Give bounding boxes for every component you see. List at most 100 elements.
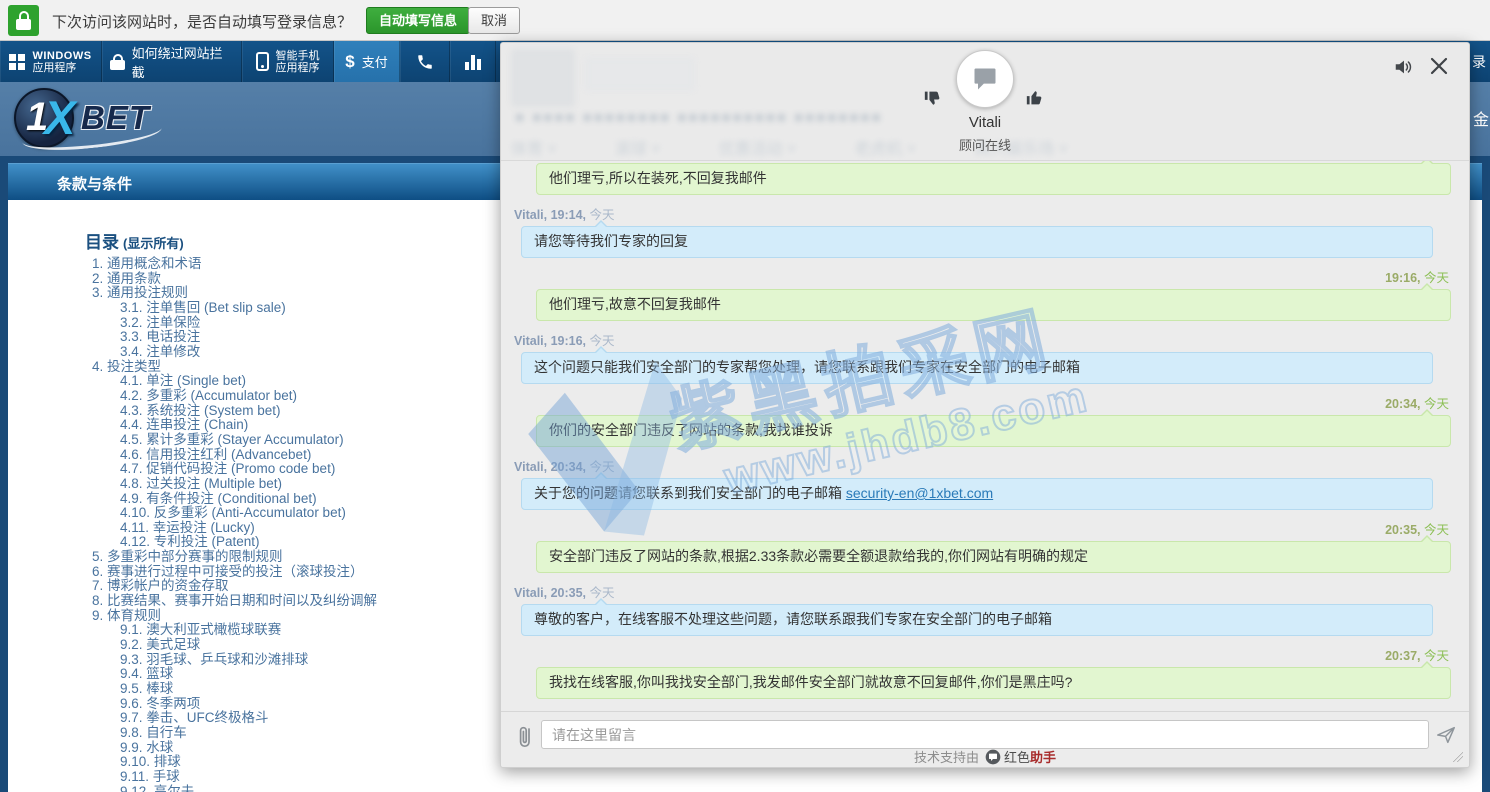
toc-link[interactable]: 9.7. 拳击、UFC终极格斗 bbox=[92, 711, 552, 726]
toc-link[interactable]: 4.4. 连串投注 (Chain) bbox=[92, 418, 552, 433]
redhelper-icon bbox=[985, 749, 1001, 768]
toc-link[interactable]: 1. 通用概念和术语 bbox=[92, 257, 552, 272]
toc-link[interactable]: 5. 多重彩中部分赛事的限制规则 bbox=[92, 550, 552, 565]
toc-title: 目录 bbox=[85, 233, 119, 252]
toc-link[interactable]: 4.3. 系统投注 (System bet) bbox=[92, 404, 552, 419]
toc-link[interactable]: 9.3. 羽毛球、乒乓球和沙滩排球 bbox=[92, 653, 552, 668]
security-email-link[interactable]: security-en@1xbet.com bbox=[846, 485, 993, 501]
toc-link[interactable]: 4.7. 促销代码投注 (Promo code bet) bbox=[92, 462, 552, 477]
support-brand-2[interactable]: 助手 bbox=[1030, 750, 1056, 765]
user-message-meta: 20:37, 今天 bbox=[514, 645, 1449, 660]
toc-link[interactable]: 8. 比赛结果、赛事开始日期和时间以及纠纷调解 bbox=[92, 594, 552, 609]
agent-name: Vitali bbox=[501, 114, 1469, 131]
toolbar-windows-apps[interactable]: WINDOWS 应用程序 bbox=[0, 41, 102, 82]
toolbar-windows-label1: WINDOWS bbox=[32, 50, 91, 62]
screen: 下次访问该网站时，是否自动填写登录信息？ 自动填写信息 取消 WINDOWS 应… bbox=[0, 0, 1490, 792]
partial-bonus-label: 金 bbox=[1473, 106, 1489, 130]
autofill-message: 下次访问该网站时，是否自动填写登录信息？ bbox=[52, 11, 352, 32]
toolbar-bypass-label: 如何绕过网站拦截 bbox=[132, 43, 233, 81]
toc-link[interactable]: 4.5. 累计多重彩 (Stayer Accumulator) bbox=[92, 433, 552, 448]
user-message-meta: 20:35, 今天 bbox=[514, 519, 1449, 534]
toc-link[interactable]: 4. 投注类型 bbox=[92, 360, 552, 375]
toc-link[interactable]: 3. 通用投注规则 bbox=[92, 286, 552, 301]
chat-message-input[interactable] bbox=[541, 720, 1429, 749]
toc-link[interactable]: 4.10. 反多重彩 (Anti-Accumulator bet) bbox=[92, 506, 552, 521]
user-message-bubble: 安全部门违反了网站的条款,根据2.33条款必需要全额退款给我的,你们网站有明确的… bbox=[536, 541, 1451, 573]
windows-icon bbox=[9, 54, 25, 70]
phone-icon bbox=[416, 53, 434, 71]
toolbar-windows-label2: 应用程序 bbox=[32, 62, 91, 74]
toc-link[interactable]: 9.4. 篮球 bbox=[92, 667, 552, 682]
lock-icon bbox=[8, 5, 39, 36]
user-message-bubble: 他们理亏,所以在装死,不回复我邮件 bbox=[536, 163, 1451, 195]
user-message-bubble: 我找在线客服,你叫我找安全部门,我发邮件安全部门就故意不回复邮件,你们是黑庄吗? bbox=[536, 667, 1451, 699]
toolbar-bypass-block[interactable]: 如何绕过网站拦截 bbox=[102, 41, 242, 82]
chat-footer: 技术支持由 红色助手 bbox=[501, 747, 1469, 768]
toc-link[interactable]: 4.2. 多重彩 (Accumulator bet) bbox=[92, 389, 552, 404]
toc-link[interactable]: 3.1. 注单售回 (Bet slip sale) bbox=[92, 301, 552, 316]
agent-message-bubble: 关于您的问题请您联系到我们安全部门的电子邮箱 security-en@1xbet… bbox=[521, 478, 1433, 510]
dollar-icon: $ bbox=[345, 52, 354, 72]
toc-link[interactable]: 9.6. 冬季两项 bbox=[92, 697, 552, 712]
partial-login-label: 录 bbox=[1472, 52, 1486, 72]
logo-text-x: X bbox=[44, 90, 75, 145]
toolbar-smartphone-label2: 应用程序 bbox=[276, 62, 320, 74]
user-message-meta: 20:34, 今天 bbox=[514, 393, 1449, 408]
toc-link[interactable]: 4.6. 信用投注红利 (Advancebet) bbox=[92, 448, 552, 463]
toc-list: 1. 通用概念和术语2. 通用条款3. 通用投注规则3.1. 注单售回 (Bet… bbox=[92, 257, 552, 792]
toc-link[interactable]: 4.8. 过关投注 (Multiple bet) bbox=[92, 477, 552, 492]
toolbar-phone-button[interactable] bbox=[400, 41, 450, 82]
toc-link[interactable]: 4.1. 单注 (Single bet) bbox=[92, 374, 552, 389]
autofill-cancel-button[interactable]: 取消 bbox=[468, 7, 520, 34]
toc-link[interactable]: 4.11. 幸运投注 (Lucky) bbox=[92, 521, 552, 536]
toc-link[interactable]: 4.9. 有条件投注 (Conditional bet) bbox=[92, 492, 552, 507]
support-prefix: 技术支持由 bbox=[914, 750, 979, 765]
agent-message-meta: Vitali, 20:35, 今天 bbox=[514, 582, 1433, 597]
logo-text-bet: BET bbox=[81, 99, 150, 137]
toolbar-smartphone-label1: 智能手机 bbox=[276, 50, 320, 62]
thumbs-up-icon[interactable] bbox=[1025, 87, 1047, 109]
user-message-meta: 19:16, 今天 bbox=[514, 267, 1449, 282]
toc-link[interactable]: 3.2. 注单保险 bbox=[92, 316, 552, 331]
toc-link[interactable]: 9.11. 手球 bbox=[92, 770, 552, 785]
1xbet-logo[interactable]: 1 X BET bbox=[14, 88, 214, 150]
autofill-confirm-button[interactable]: 自动填写信息 bbox=[366, 7, 470, 34]
close-icon[interactable] bbox=[1429, 56, 1453, 80]
page-title: 条款与条件 bbox=[57, 173, 132, 194]
toc-link[interactable]: 9.12. 高尔夫 bbox=[92, 785, 552, 792]
agent-avatar bbox=[956, 50, 1014, 108]
chat-window: 他们理亏,所以在装死,不回复我邮件Vitali, 19:14, 今天请您等待我们… bbox=[500, 42, 1470, 768]
resize-handle[interactable] bbox=[1453, 752, 1463, 762]
speech-bubble-icon bbox=[971, 65, 999, 93]
toc-link[interactable]: 3.4. 注单修改 bbox=[92, 345, 552, 360]
toc-link[interactable]: 2. 通用条款 bbox=[92, 272, 552, 287]
toc-show-all-link[interactable]: (显示所有) bbox=[123, 236, 184, 251]
agent-message-meta: Vitali, 19:16, 今天 bbox=[514, 330, 1433, 345]
user-message-bubble: 你们的安全部门违反了网站的条款,我找谁投诉 bbox=[536, 415, 1451, 447]
sound-toggle-icon[interactable] bbox=[1393, 56, 1417, 80]
support-brand-1[interactable]: 红色 bbox=[1004, 750, 1030, 765]
thumbs-down-icon[interactable] bbox=[923, 87, 945, 109]
unlock-icon bbox=[110, 54, 125, 70]
chart-icon bbox=[465, 54, 481, 70]
agent-status: 顾问在线 bbox=[501, 135, 1469, 154]
toc-link[interactable]: 3.3. 电话投注 bbox=[92, 330, 552, 345]
toc-link[interactable]: 7. 博彩帐户的资金存取 bbox=[92, 579, 552, 594]
toc-link[interactable]: 9.8. 自行车 bbox=[92, 726, 552, 741]
toc-link[interactable]: 9.1. 澳大利亚式橄榄球联赛 bbox=[92, 623, 552, 638]
toc-link[interactable]: 9.5. 棒球 bbox=[92, 682, 552, 697]
toc-link[interactable]: 9.10. 排球 bbox=[92, 755, 552, 770]
toolbar-stats-button[interactable] bbox=[450, 41, 496, 82]
toc-header: 目录 (显示所有) bbox=[85, 228, 184, 253]
user-message-bubble: 他们理亏,故意不回复我邮件 bbox=[536, 289, 1451, 321]
agent-message-bubble: 尊敬的客户，在线客服不处理这些问题，请您联系跟我们专家在安全部门的电子邮箱 bbox=[521, 604, 1433, 636]
autofill-notification-bar: 下次访问该网站时，是否自动填写登录信息？ 自动填写信息 取消 bbox=[0, 0, 1490, 41]
agent-message-bubble: 请您等待我们专家的回复 bbox=[521, 226, 1433, 258]
toc-link[interactable]: 4.12. 专利投注 (Patent) bbox=[92, 535, 552, 550]
toolbar-smartphone-apps[interactable]: 智能手机 应用程序 bbox=[242, 41, 334, 82]
chat-message-list: 他们理亏,所以在装死,不回复我邮件Vitali, 19:14, 今天请您等待我们… bbox=[501, 161, 1469, 711]
toc-link[interactable]: 9.2. 美式足球 bbox=[92, 638, 552, 653]
agent-message-bubble: 这个问题只能我们安全部门的专家帮您处理，请您联系跟我们专家在安全部门的电子邮箱 bbox=[521, 352, 1433, 384]
toc-link[interactable]: 9.9. 水球 bbox=[92, 741, 552, 756]
toolbar-payments[interactable]: $ 支付 bbox=[334, 41, 400, 82]
